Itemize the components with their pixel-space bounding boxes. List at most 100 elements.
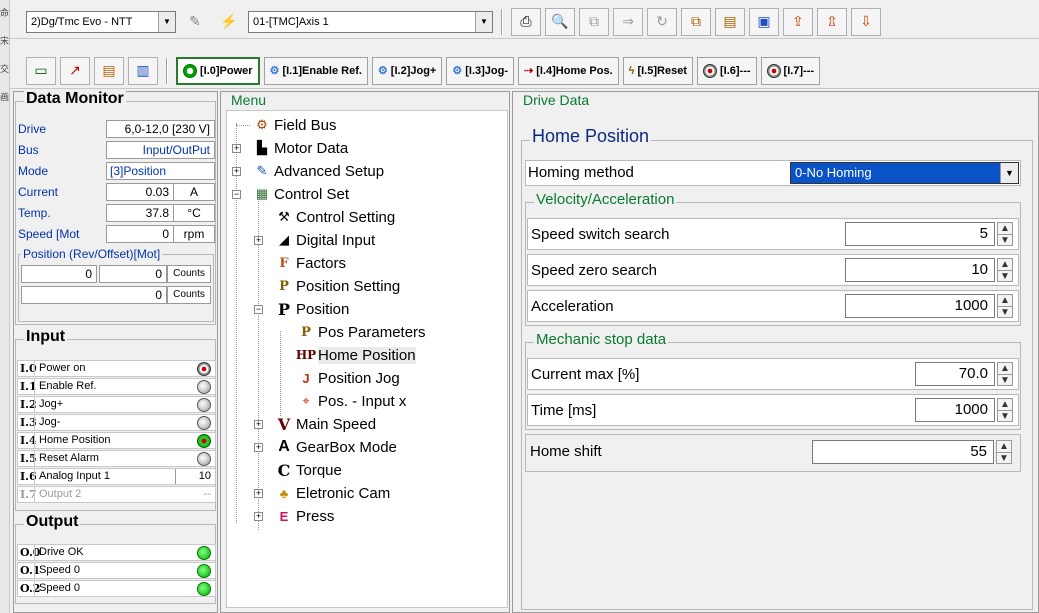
tree-item-field-bus[interactable]: ⚙ Field Bus bbox=[231, 114, 337, 136]
input-i5-reset-button[interactable]: ϟ [I.5]Reset bbox=[622, 56, 693, 85]
current-max-stepper[interactable]: ▲ ▼ bbox=[997, 362, 1013, 386]
stepper-down-icon[interactable]: ▼ bbox=[998, 234, 1012, 246]
open-folder-icon[interactable]: ▤ bbox=[715, 7, 745, 36]
refresh-icon[interactable]: ↻ bbox=[647, 7, 677, 36]
input-i0-power-button[interactable]: [I.0]Power bbox=[176, 56, 260, 85]
monitor-value: [3]Position bbox=[106, 162, 215, 180]
stepper-down-icon[interactable]: ▼ bbox=[998, 410, 1012, 422]
stepper-up-icon[interactable]: ▲ bbox=[998, 399, 1012, 410]
speed-zero-stepper[interactable]: ▲ ▼ bbox=[997, 258, 1013, 282]
stepper-up-icon[interactable]: ▲ bbox=[998, 259, 1012, 270]
tree-item-main-speed[interactable]: + V Main Speed bbox=[253, 413, 376, 435]
tree-label: Position Jog bbox=[318, 369, 400, 387]
expand-icon[interactable]: + bbox=[254, 489, 263, 498]
tree-item-pos-parameters[interactable]: P Pos Parameters bbox=[275, 321, 425, 343]
tree-item-home-position[interactable]: HP Home Position bbox=[275, 344, 416, 366]
torque-icon: C bbox=[277, 460, 291, 480]
copy-icon[interactable]: ⧉ bbox=[681, 7, 711, 36]
window-icon[interactable]: ▥ bbox=[128, 56, 158, 85]
tree-item-factors[interactable]: F Factors bbox=[253, 252, 346, 274]
speed-zero-input[interactable]: 10 bbox=[845, 258, 995, 282]
menu-tree[interactable]: ⚙ Field Bus + ▙ Motor Data + ✎ Advanced … bbox=[226, 110, 508, 608]
tree-item-control-set[interactable]: − ▦ Control Set bbox=[231, 183, 349, 205]
homing-method-label: Homing method bbox=[528, 164, 634, 181]
expand-icon[interactable]: + bbox=[232, 167, 241, 176]
acceleration-stepper[interactable]: ▲ ▼ bbox=[997, 294, 1013, 318]
monitor-icon[interactable]: ▭ bbox=[26, 56, 56, 85]
stepper-up-icon[interactable]: ▲ bbox=[998, 363, 1012, 374]
print-preview-icon[interactable]: 🔍 bbox=[545, 7, 575, 36]
speed-switch-stepper[interactable]: ▲ ▼ bbox=[997, 222, 1013, 246]
homing-method-select[interactable]: 0-No Homing ▼ bbox=[790, 162, 1019, 184]
stepper-up-icon[interactable]: ▲ bbox=[998, 223, 1012, 234]
expand-icon[interactable]: + bbox=[254, 443, 263, 452]
acceleration-input[interactable]: 1000 bbox=[845, 294, 995, 318]
chevron-down-icon[interactable]: ▼ bbox=[475, 11, 492, 32]
folder-chart-icon[interactable]: ▤ bbox=[94, 56, 124, 85]
io-code: O.1 bbox=[20, 564, 41, 577]
upload-drive-icon[interactable]: ⇪ bbox=[783, 7, 813, 36]
current-max-input[interactable]: 70.0 bbox=[915, 362, 995, 386]
time-input[interactable]: 1000 bbox=[915, 398, 995, 422]
transfer-icon[interactable]: ⇒ bbox=[613, 7, 643, 36]
tree-item-torque[interactable]: C Torque bbox=[253, 459, 342, 481]
tree-label: Torque bbox=[296, 461, 342, 479]
stepper-up-icon[interactable]: ▲ bbox=[997, 441, 1011, 452]
chart-icon[interactable]: ↗ bbox=[60, 56, 90, 85]
stepper-down-icon[interactable]: ▼ bbox=[998, 270, 1012, 282]
collapse-icon[interactable]: − bbox=[232, 190, 241, 199]
input-i2-jog-plus-button[interactable]: ⚙ [I.2]Jog+ bbox=[371, 56, 443, 85]
stepper-up-icon[interactable]: ▲ bbox=[998, 295, 1012, 306]
home-shift-stepper[interactable]: ▲ ▼ bbox=[996, 440, 1012, 464]
collapse-icon[interactable]: − bbox=[254, 305, 263, 314]
cam-icon: ♣ bbox=[279, 485, 289, 501]
stepper-down-icon[interactable]: ▼ bbox=[998, 374, 1012, 386]
expand-icon[interactable]: + bbox=[254, 420, 263, 429]
tree-item-pos-input-x[interactable]: ⌖ Pos. - Input x bbox=[275, 390, 406, 412]
expand-icon[interactable]: + bbox=[254, 512, 263, 521]
monitor-value: 0 bbox=[106, 225, 174, 243]
axis-combo[interactable]: 01-[TMC]Axis 1 ▼ bbox=[248, 10, 493, 33]
wrench-icon: ✎ bbox=[256, 163, 268, 178]
connect-icon[interactable]: ⚡ bbox=[214, 8, 244, 36]
print-icon[interactable]: ⎙ bbox=[511, 7, 541, 36]
position-total-value: 0 bbox=[21, 286, 167, 304]
device-combo[interactable]: 2)Dg/Tmc Evo - NTT ▼ bbox=[26, 10, 176, 33]
tree-item-control-setting[interactable]: ⚒ Control Setting bbox=[253, 206, 395, 228]
expand-icon[interactable]: + bbox=[232, 144, 241, 153]
time-stepper[interactable]: ▲ ▼ bbox=[997, 398, 1013, 422]
monitor-label: Mode bbox=[18, 164, 49, 178]
input-i7-label: [I.7]--- bbox=[783, 64, 815, 77]
velocity-title: Velocity/Acceleration bbox=[534, 191, 677, 208]
stepper-down-icon[interactable]: ▼ bbox=[998, 306, 1012, 318]
speed-switch-input[interactable]: 5 bbox=[845, 222, 995, 246]
save-icon[interactable]: ▣ bbox=[749, 7, 779, 36]
folder-drive-icon[interactable]: ⇫ bbox=[817, 7, 847, 36]
pen-icon[interactable]: ✎ bbox=[180, 8, 210, 36]
input-i7-button[interactable]: [I.7]--- bbox=[760, 56, 821, 85]
copy-params-icon[interactable]: ⧉ bbox=[579, 7, 609, 36]
tree-item-position[interactable]: − P Position bbox=[253, 298, 349, 320]
input-i4-home-button[interactable]: ⇢ [I.4]Home Pos. bbox=[518, 56, 619, 85]
tree-item-digital-input[interactable]: + ◢ Digital Input bbox=[253, 229, 375, 251]
tree-item-motor-data[interactable]: + ▙ Motor Data bbox=[231, 137, 348, 159]
tree-item-press[interactable]: + E Press bbox=[253, 505, 334, 527]
tree-item-position-setting[interactable]: P Position Setting bbox=[253, 275, 400, 297]
input-i3-jog-minus-button[interactable]: ⚙ [I.3]Jog- bbox=[446, 56, 514, 85]
tree-item-position-jog[interactable]: J Position Jog bbox=[275, 367, 400, 389]
tree-item-eletronic-cam[interactable]: + ♣ Eletronic Cam bbox=[253, 482, 390, 504]
chevron-down-icon[interactable]: ▼ bbox=[158, 11, 175, 32]
monitor-value: Input/OutPut bbox=[106, 141, 215, 159]
tree-label: Control Setting bbox=[296, 208, 396, 226]
input-i1-enable-button[interactable]: ⚙ [I.1]Enable Ref. bbox=[263, 56, 368, 85]
input-i6-button[interactable]: [I.6]--- bbox=[696, 56, 757, 85]
tree-item-gearbox-mode[interactable]: + A GearBox Mode bbox=[253, 436, 397, 458]
download-drive-icon[interactable]: ⇩ bbox=[851, 7, 881, 36]
expand-icon[interactable]: + bbox=[254, 236, 263, 245]
stepper-down-icon[interactable]: ▼ bbox=[997, 452, 1011, 464]
chevron-down-icon[interactable]: ▼ bbox=[1000, 163, 1018, 183]
tree-label: Press bbox=[296, 507, 335, 525]
home-shift-input[interactable]: 55 bbox=[812, 440, 994, 464]
tree-item-advanced-setup[interactable]: + ✎ Advanced Setup bbox=[231, 160, 384, 182]
monitor-label: Current bbox=[18, 185, 59, 199]
